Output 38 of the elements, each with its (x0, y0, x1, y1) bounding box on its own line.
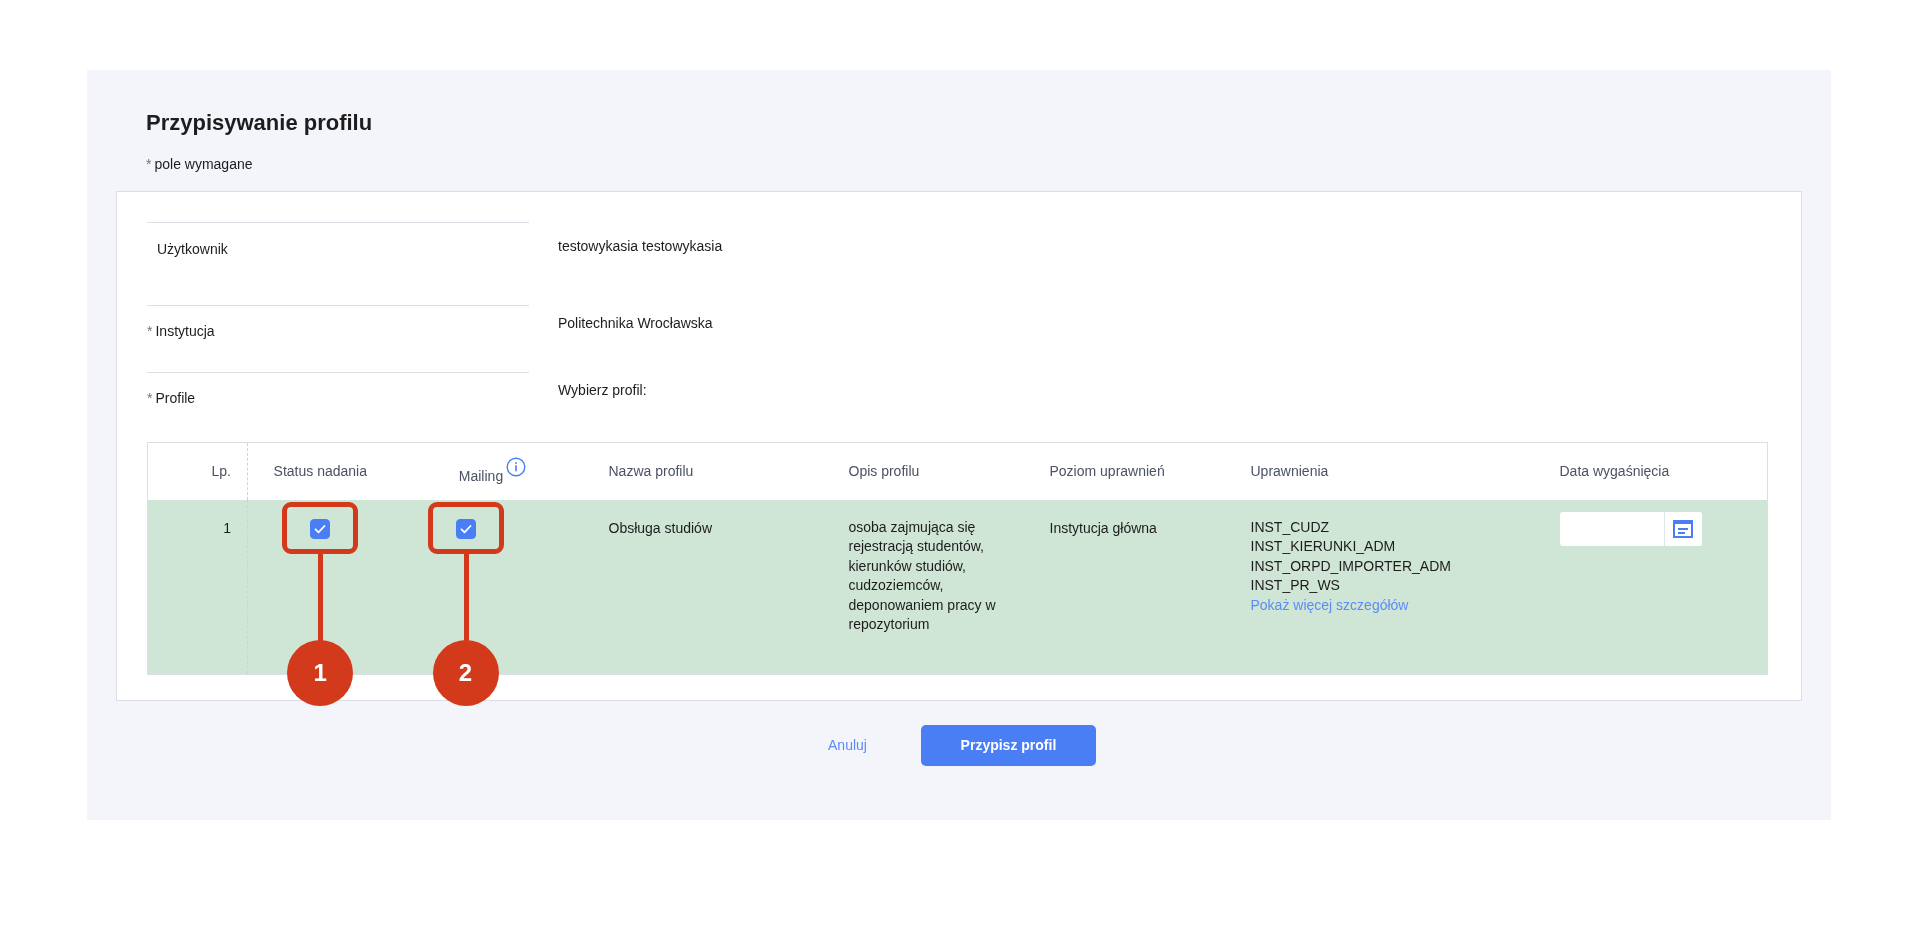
callout-number: 2 (432, 639, 499, 706)
permission-text: INST_ORPD_IMPORTER_ADM (1250, 556, 1452, 576)
calendar-icon (1673, 519, 1693, 538)
permission-text: INST_CUDZ (1250, 517, 1331, 537)
column-header: Opis profilu (848, 463, 920, 480)
column-header: Status nadania (273, 463, 367, 480)
column-header: Nazwa profilu (608, 463, 694, 480)
field-value: Wybierz profil: (558, 382, 647, 399)
info-icon[interactable] (506, 456, 527, 477)
callout-number: 1 (287, 639, 354, 706)
column-header: Lp. (211, 463, 231, 480)
required-mark: * (147, 323, 153, 340)
column-header: Mailing (458, 467, 504, 484)
required-note-text: pole wymagane (154, 156, 253, 173)
checkbox[interactable] (310, 519, 331, 540)
column-header: Poziom uprawnień (1049, 463, 1165, 480)
table-cell: Instytucja główna (1049, 519, 1157, 536)
table-cell: 1 (223, 519, 231, 536)
column-header: Uprawnienia (1250, 463, 1329, 480)
field-label: Użytkownik (157, 241, 228, 258)
permission-text: INST_PR_WS (1250, 576, 1341, 596)
table-cell-text: osoba zajmująca się rejestracją studentów, kierunków studiów, cudzoziemców, deponowaniem pracy w repozytorium (848, 517, 997, 635)
calendar-button[interactable] (1663, 511, 1702, 546)
field-label: Instytucja (155, 323, 215, 340)
details-link[interactable]: Pokaż więcej szczegółów (1250, 596, 1409, 613)
required-mark: * (146, 156, 152, 173)
required-mark: * (147, 390, 153, 407)
date-field[interactable] (1559, 511, 1702, 546)
checkbox[interactable] (455, 519, 476, 540)
field-value: testowykasia testowykasia (558, 238, 723, 255)
permission-text: INST_KIERUNKI_ADM (1250, 537, 1397, 557)
field-value: Politechnika Wrocławska (558, 315, 713, 332)
field-label: Profile (155, 390, 196, 407)
table-cell: Obsługa studiów (608, 519, 712, 536)
column-header: Data wygaśnięcia (1559, 463, 1670, 480)
cancel-button[interactable]: Anuluj (822, 734, 873, 758)
submit-button[interactable]: Przypisz profil (920, 725, 1096, 767)
page-title: Przypisywanie profilu (146, 110, 374, 137)
